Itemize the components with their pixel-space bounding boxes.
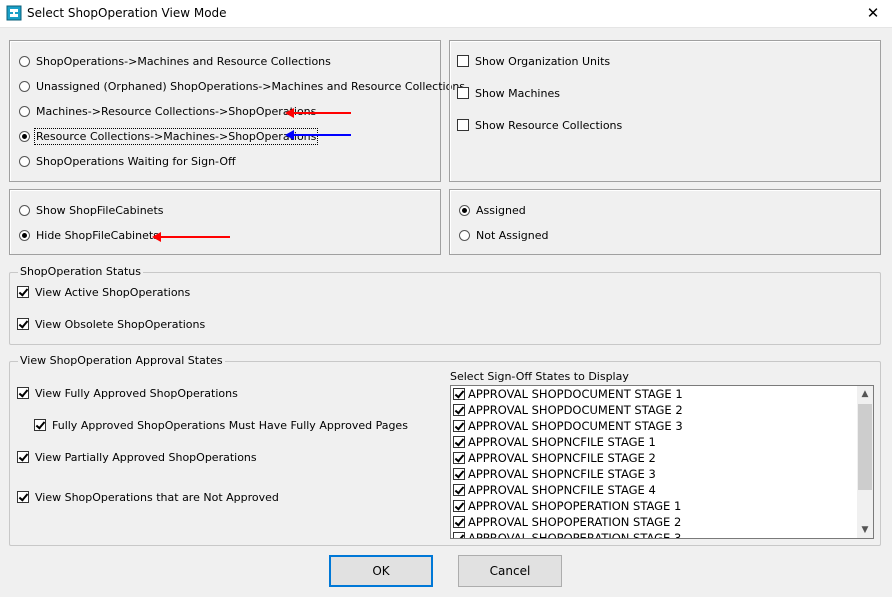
signoff-state-item[interactable]: APPROVAL SHOPNCFILE STAGE 4 xyxy=(451,482,873,498)
show-resource-collections-checkbox[interactable]: Show Resource Collections xyxy=(457,118,622,134)
checkbox-checked-icon[interactable] xyxy=(17,451,29,463)
radio-selected-icon[interactable] xyxy=(19,130,30,142)
red-arrow-annotation xyxy=(152,232,230,242)
signoff-state-item[interactable]: APPROVAL SHOPNCFILE STAGE 2 xyxy=(451,450,873,466)
scroll-down-icon[interactable]: ▼ xyxy=(857,522,873,538)
radio-icon[interactable] xyxy=(19,105,30,117)
signoff-state-label: APPROVAL SHOPOPERATION STAGE 3 xyxy=(468,531,682,539)
cabinets-frame xyxy=(9,189,441,255)
close-button[interactable]: ✕ xyxy=(856,1,890,26)
checkbox-icon[interactable] xyxy=(457,87,469,99)
checkbox-checked-icon[interactable] xyxy=(453,435,465,448)
checkbox-icon[interactable] xyxy=(457,55,469,67)
checkbox-checked-icon[interactable] xyxy=(453,467,465,480)
signoff-state-label: APPROVAL SHOPNCFILE STAGE 3 xyxy=(468,467,656,481)
view-active-checkbox[interactable]: View Active ShopOperations xyxy=(17,285,190,301)
radio-icon[interactable] xyxy=(19,55,30,67)
not-assigned-radio[interactable]: Not Assigned xyxy=(459,228,549,244)
signoff-state-label: APPROVAL SHOPOPERATION STAGE 1 xyxy=(468,499,682,513)
radio-icon[interactable] xyxy=(19,204,30,216)
view-partially-approved-checkbox[interactable]: View Partially Approved ShopOperations xyxy=(17,450,257,466)
checkbox-checked-icon[interactable] xyxy=(453,531,465,538)
approval-group-title: View ShopOperation Approval States xyxy=(18,354,225,367)
checkbox-checked-icon[interactable] xyxy=(453,403,465,416)
view-mode-option-5[interactable]: ShopOperations Waiting for Sign-Off xyxy=(19,154,236,170)
signoff-state-item[interactable]: APPROVAL SHOPNCFILE STAGE 1 xyxy=(451,434,873,450)
signoff-state-label: APPROVAL SHOPOPERATION STAGE 2 xyxy=(468,515,682,529)
assignment-frame xyxy=(449,189,881,255)
signoff-state-label: APPROVAL SHOPDOCUMENT STAGE 2 xyxy=(468,403,683,417)
radio-icon[interactable] xyxy=(459,229,470,241)
signoff-states-list[interactable]: APPROVAL SHOPDOCUMENT STAGE 1 APPROVAL SH… xyxy=(450,385,874,539)
signoff-state-label: APPROVAL SHOPNCFILE STAGE 4 xyxy=(468,483,656,497)
signoff-state-label: APPROVAL SHOPNCFILE STAGE 2 xyxy=(468,451,656,465)
show-org-units-checkbox[interactable]: Show Organization Units xyxy=(457,54,610,70)
signoff-state-label: APPROVAL SHOPDOCUMENT STAGE 3 xyxy=(468,419,683,433)
cancel-button[interactable]: Cancel xyxy=(458,555,562,587)
checkbox-checked-icon[interactable] xyxy=(453,387,465,400)
radio-selected-icon[interactable] xyxy=(459,204,470,216)
checkbox-checked-icon[interactable] xyxy=(453,499,465,512)
signoff-state-item[interactable]: APPROVAL SHOPOPERATION STAGE 3 xyxy=(451,530,873,539)
show-machines-checkbox[interactable]: Show Machines xyxy=(457,86,560,102)
signoff-rows: APPROVAL SHOPDOCUMENT STAGE 1 APPROVAL SH… xyxy=(451,386,873,539)
view-not-approved-checkbox[interactable]: View ShopOperations that are Not Approve… xyxy=(17,490,279,506)
radio-selected-icon[interactable] xyxy=(19,229,30,241)
status-group: ShopOperation Status xyxy=(9,265,881,345)
window-title: Select ShopOperation View Mode xyxy=(27,6,227,20)
checkbox-checked-icon[interactable] xyxy=(17,491,29,503)
view-obsolete-checkbox[interactable]: View Obsolete ShopOperations xyxy=(17,317,205,333)
status-group-title: ShopOperation Status xyxy=(18,265,143,278)
require-approved-pages-checkbox[interactable]: Fully Approved ShopOperations Must Have … xyxy=(34,418,408,434)
signoff-state-item[interactable]: APPROVAL SHOPOPERATION STAGE 2 xyxy=(451,514,873,530)
checkbox-checked-icon[interactable] xyxy=(17,318,29,330)
checkbox-checked-icon[interactable] xyxy=(453,419,465,432)
signoff-state-item[interactable]: APPROVAL SHOPDOCUMENT STAGE 1 xyxy=(451,386,873,402)
checkbox-checked-icon[interactable] xyxy=(17,286,29,298)
signoff-state-item[interactable]: APPROVAL SHOPDOCUMENT STAGE 2 xyxy=(451,402,873,418)
close-icon: ✕ xyxy=(866,4,880,22)
view-mode-option-4[interactable]: Resource Collections->Machines->ShopOper… xyxy=(19,128,319,145)
signoff-state-item[interactable]: APPROVAL SHOPDOCUMENT STAGE 3 xyxy=(451,418,873,434)
checkbox-checked-icon[interactable] xyxy=(453,515,465,528)
show-cabinets-radio[interactable]: Show ShopFileCabinets xyxy=(19,203,164,219)
radio-icon[interactable] xyxy=(19,155,30,167)
red-arrow-annotation xyxy=(285,108,351,118)
ok-button[interactable]: OK xyxy=(329,555,433,587)
checkbox-checked-icon[interactable] xyxy=(34,419,46,431)
view-mode-option-1[interactable]: ShopOperations->Machines and Resource Co… xyxy=(19,54,331,70)
checkbox-checked-icon[interactable] xyxy=(453,451,465,464)
checkbox-checked-icon[interactable] xyxy=(17,387,29,399)
view-mode-option-2[interactable]: Unassigned (Orphaned) ShopOperations->Ma… xyxy=(19,79,465,95)
signoff-state-item[interactable]: APPROVAL SHOPOPERATION STAGE 1 xyxy=(451,498,873,514)
vertical-scrollbar[interactable]: ▲ ▼ xyxy=(857,386,873,538)
app-icon xyxy=(6,5,22,21)
signoff-states-label: Select Sign-Off States to Display xyxy=(450,370,629,383)
assigned-radio[interactable]: Assigned xyxy=(459,203,526,219)
scroll-up-icon[interactable]: ▲ xyxy=(857,386,873,402)
checkbox-checked-icon[interactable] xyxy=(453,483,465,496)
view-fully-approved-checkbox[interactable]: View Fully Approved ShopOperations xyxy=(17,386,238,402)
blue-arrow-annotation xyxy=(285,130,351,140)
scroll-thumb[interactable] xyxy=(858,404,872,490)
hide-cabinets-radio[interactable]: Hide ShopFileCabinets xyxy=(19,228,159,244)
radio-icon[interactable] xyxy=(19,80,30,92)
checkbox-icon[interactable] xyxy=(457,119,469,131)
signoff-state-label: APPROVAL SHOPDOCUMENT STAGE 1 xyxy=(468,387,683,401)
signoff-state-item[interactable]: APPROVAL SHOPNCFILE STAGE 3 xyxy=(451,466,873,482)
title-bar: Select ShopOperation View Mode ✕ xyxy=(0,0,892,28)
view-mode-option-3[interactable]: Machines->Resource Collections->ShopOper… xyxy=(19,104,316,120)
signoff-state-label: APPROVAL SHOPNCFILE STAGE 1 xyxy=(468,435,656,449)
